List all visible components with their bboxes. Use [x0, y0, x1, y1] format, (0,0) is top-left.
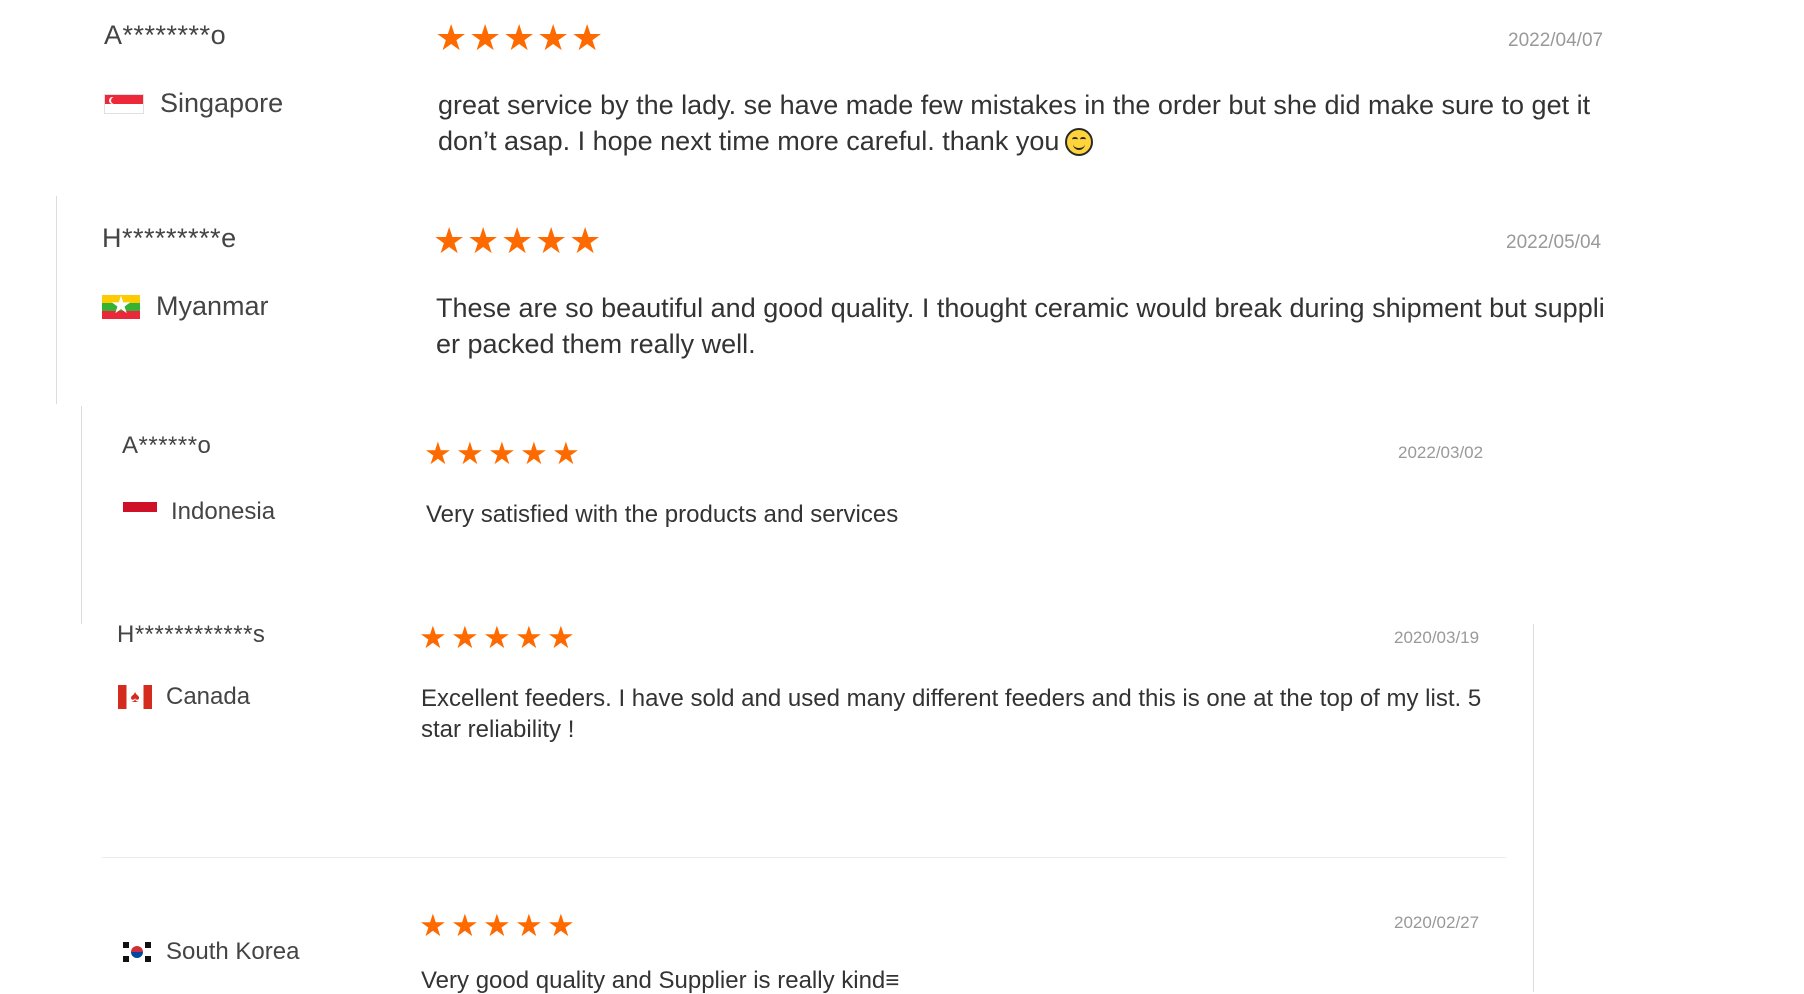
review-date: 2022/05/04	[1506, 232, 1602, 253]
reviewer-name: A******o	[122, 432, 212, 459]
reviewer-country: Indonesia	[123, 498, 275, 526]
star-icon: ★	[571, 17, 604, 58]
country-name: Singapore	[160, 88, 284, 118]
star-icon: ★	[469, 17, 502, 58]
review-comment: Very satisfied with the products and ser…	[426, 501, 899, 528]
star-icon: ★	[552, 436, 580, 471]
review-date: 2022/03/02	[1398, 443, 1484, 462]
south-korea-flag-icon	[122, 941, 152, 963]
country-name: Canada	[166, 683, 251, 710]
reviewer-name: H*********e	[102, 223, 237, 253]
star-icon: ★	[456, 436, 484, 471]
star-icon: ★	[547, 620, 575, 655]
review-date: 2020/02/27	[1394, 913, 1480, 932]
reviewer-country: ★ Myanmar	[102, 291, 269, 322]
reviewer-country: ♠ Canada	[118, 683, 250, 711]
star-icon: ★	[419, 620, 447, 655]
star-icon: ★	[501, 220, 534, 261]
star-icon: ★	[451, 908, 479, 943]
star-icon: ★	[535, 220, 568, 261]
reviewer-country: South Korea	[122, 938, 299, 966]
star-icon: ★	[419, 908, 447, 943]
star-icon: ★	[467, 220, 500, 261]
smiling-face-icon	[1065, 127, 1094, 156]
star-icon: ★	[451, 620, 479, 655]
star-icon: ★	[435, 17, 468, 58]
star-icon: ★	[483, 620, 511, 655]
star-icon: ★	[488, 436, 516, 471]
review-date: 2022/04/07	[1508, 30, 1604, 51]
canada-flag-icon: ♠	[118, 685, 152, 709]
star-icon: ★	[424, 436, 452, 471]
singapore-flag-icon	[104, 93, 144, 114]
review-comment: These are so beautiful and good quality.…	[436, 293, 1605, 359]
star-icon: ★	[503, 17, 536, 58]
star-icon: ★	[433, 220, 466, 261]
star-rating: ★ ★ ★ ★ ★	[433, 223, 603, 259]
star-rating: ★ ★ ★ ★ ★	[435, 20, 605, 56]
indonesia-flag-icon	[123, 502, 157, 522]
star-icon: ★	[515, 620, 543, 655]
review-comment: Excellent feeders. I have sold and used …	[421, 685, 1482, 744]
divider-line-vertical	[81, 406, 82, 624]
country-name: Indonesia	[171, 498, 276, 525]
review-date: 2020/03/19	[1394, 628, 1480, 647]
star-icon: ★	[547, 908, 575, 943]
reviewer-name: H************s	[117, 621, 266, 648]
divider-line-vertical	[1533, 624, 1534, 992]
star-rating: ★ ★ ★ ★ ★	[419, 622, 579, 653]
divider-line-vertical	[56, 196, 57, 404]
divider-line-horizontal	[102, 857, 1506, 858]
country-name: Myanmar	[156, 291, 269, 321]
star-icon: ★	[515, 908, 543, 943]
reviewer-name: A********o	[104, 20, 227, 50]
star-rating: ★ ★ ★ ★ ★	[419, 910, 579, 941]
review-comment-text: great service by the lady. se have made …	[438, 90, 1591, 156]
star-rating: ★ ★ ★ ★ ★	[424, 438, 584, 469]
myanmar-flag-icon: ★	[102, 294, 140, 319]
review-comment: Very good quality and Supplier is really…	[421, 967, 900, 994]
review-comment: great service by the lady. se have made …	[438, 88, 1608, 159]
star-icon: ★	[520, 436, 548, 471]
star-icon: ★	[569, 220, 602, 261]
country-name: South Korea	[166, 938, 300, 965]
reviewer-country: Singapore	[104, 88, 283, 119]
star-icon: ★	[483, 908, 511, 943]
star-icon: ★	[537, 17, 570, 58]
